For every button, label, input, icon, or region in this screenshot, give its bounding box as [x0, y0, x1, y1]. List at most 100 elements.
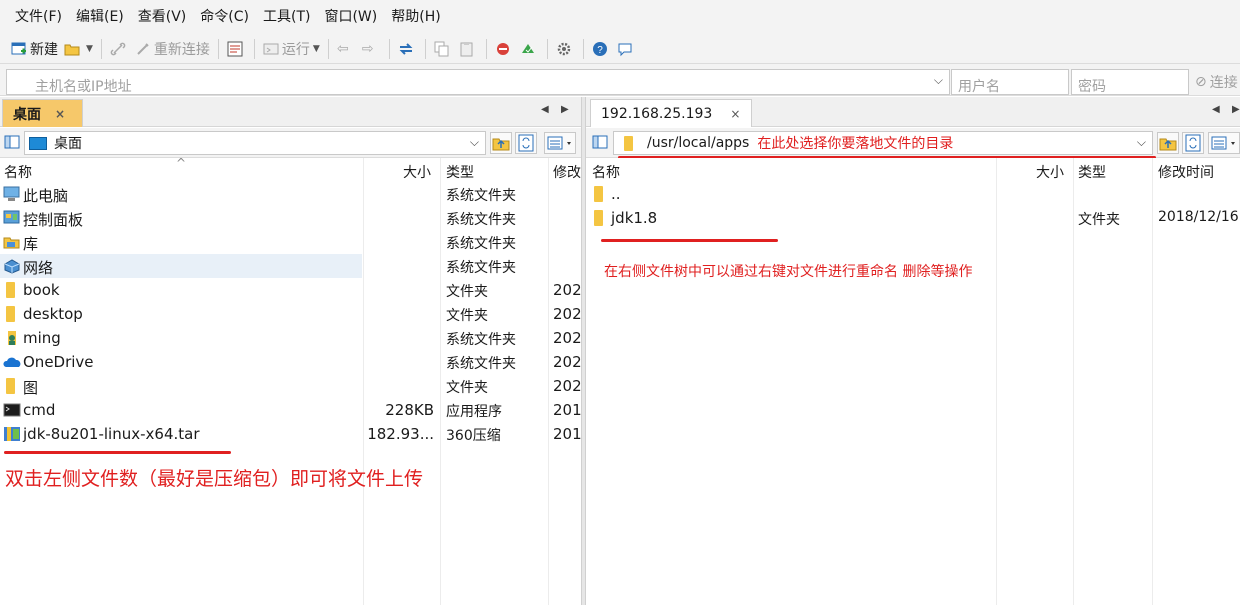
- sync-button[interactable]: [395, 36, 420, 62]
- list-item[interactable]: 此电脑 系统文件夹: [0, 182, 581, 206]
- tab-desktop[interactable]: 桌面 ×: [2, 99, 83, 127]
- menu-help[interactable]: 帮助(H): [384, 0, 447, 34]
- feedback-button[interactable]: [614, 36, 639, 62]
- chevron-down-icon[interactable]: ⌵: [934, 73, 943, 88]
- menu-window[interactable]: 窗口(W): [317, 0, 384, 34]
- link-button[interactable]: [107, 36, 132, 62]
- open-folder-icon: [64, 41, 80, 57]
- run-button[interactable]: 运行 ▼: [260, 36, 323, 62]
- menu-edit[interactable]: 编辑(E): [69, 0, 131, 34]
- list-item[interactable]: jdk-8u201-linux-x64.tar 182.93... 360压缩 …: [0, 422, 581, 446]
- refresh-button[interactable]: [1182, 132, 1204, 154]
- host-placeholder: 主机名或IP地址: [35, 79, 132, 95]
- list-item[interactable]: 网络 系统文件夹: [0, 254, 581, 278]
- file-name: ming: [23, 329, 61, 347]
- putty-button[interactable]: [492, 36, 517, 62]
- local-tab-row: 桌面 × ◀ ▶: [0, 97, 581, 127]
- column-type[interactable]: 类型: [1078, 162, 1106, 182]
- help-icon: ?: [592, 41, 608, 57]
- file-size: 228KB: [385, 401, 434, 419]
- list-item[interactable]: cmd 228KB 应用程序 201: [0, 398, 581, 422]
- open-session-button[interactable]: [517, 36, 542, 62]
- tab-remote-label: 192.168.25.193: [601, 105, 713, 122]
- list-item[interactable]: jdk1.8 文件夹 2018/12/16: [586, 206, 1240, 230]
- menu-view[interactable]: 查看(V): [131, 0, 194, 34]
- file-modified: 202: [553, 377, 581, 395]
- toolbar-separator: [327, 38, 329, 59]
- file-type: 文件夹: [1078, 212, 1120, 228]
- list-item[interactable]: OneDrive 系统文件夹 202: [0, 350, 581, 374]
- tab-remote-host[interactable]: 192.168.25.193 ×: [590, 99, 752, 127]
- open-folder-button[interactable]: ▼: [61, 36, 96, 62]
- menu-file[interactable]: 文件(F): [8, 0, 69, 34]
- user-folder-icon: [3, 330, 20, 346]
- column-size[interactable]: 大小: [1036, 162, 1064, 182]
- list-item[interactable]: desktop 文件夹 202: [0, 302, 581, 326]
- parent-directory-button[interactable]: [490, 132, 512, 154]
- tab-scroll-right-icon[interactable]: ▶: [1232, 104, 1240, 115]
- file-modified: 201: [553, 401, 581, 419]
- path-hint-annotation: 在此处选择你要落地文件的目录: [757, 136, 954, 152]
- refresh-button[interactable]: [515, 132, 537, 154]
- help-button[interactable]: ?: [589, 36, 614, 62]
- list-item[interactable]: 控制面板 系统文件夹: [0, 206, 581, 230]
- chevron-down-icon: ⌵: [1136, 135, 1146, 149]
- tab-scroll-right-icon[interactable]: ▶: [561, 104, 569, 115]
- column-size[interactable]: 大小: [403, 162, 431, 182]
- arrow-left-icon: ⇦: [336, 40, 349, 57]
- toolbar-separator: [582, 38, 584, 59]
- view-mode-button[interactable]: [544, 132, 576, 154]
- file-type: 系统文件夹: [446, 356, 516, 372]
- list-item[interactable]: ..: [586, 182, 1240, 206]
- new-button[interactable]: 新建: [8, 36, 61, 62]
- column-modified[interactable]: 修改时间: [1158, 162, 1214, 182]
- toolbar-separator: [100, 38, 102, 59]
- tab-scroll-left-icon[interactable]: ◀: [1212, 104, 1220, 115]
- gear-icon: [556, 41, 572, 57]
- parent-directory-button[interactable]: [1157, 132, 1179, 154]
- host-input[interactable]: 主机名或IP地址 ⌵: [6, 69, 950, 95]
- list-item[interactable]: 库 系统文件夹: [0, 230, 581, 254]
- properties-button[interactable]: [224, 36, 249, 62]
- column-name[interactable]: 名称: [4, 162, 32, 182]
- tree-toggle-icon[interactable]: [592, 134, 608, 154]
- parent-folder-icon: [594, 186, 603, 202]
- file-name: jdk-8u201-linux-x64.tar: [23, 425, 200, 443]
- terminal-icon: [3, 402, 21, 418]
- file-name: 图: [23, 379, 39, 397]
- copy-button[interactable]: [431, 36, 456, 62]
- tab-scroll-left-icon[interactable]: ◀: [541, 104, 549, 115]
- paste-button[interactable]: [456, 36, 481, 62]
- run-label: 运行: [281, 41, 310, 58]
- tree-toggle-icon[interactable]: [4, 134, 20, 154]
- close-icon[interactable]: ×: [730, 107, 740, 121]
- network-icon: [3, 258, 20, 274]
- password-input[interactable]: 密码: [1071, 69, 1189, 95]
- folder-icon: [624, 135, 633, 151]
- menu-command[interactable]: 命令(C): [193, 0, 256, 34]
- reconnect-icon: [135, 41, 151, 57]
- username-input[interactable]: 用户名: [951, 69, 1069, 95]
- toolbar-separator: [424, 38, 426, 59]
- list-item[interactable]: book 文件夹 202: [0, 278, 581, 302]
- reconnect-label: 重新连接: [153, 41, 210, 58]
- forward-button[interactable]: ⇨: [359, 36, 384, 62]
- list-item[interactable]: ming 系统文件夹 202: [0, 326, 581, 350]
- column-type[interactable]: 类型: [446, 162, 474, 182]
- remote-path-select[interactable]: /usr/local/apps 在此处选择你要落地文件的目录 ⌵: [613, 131, 1153, 155]
- reconnect-button[interactable]: 重新连接: [132, 36, 213, 62]
- view-mode-button[interactable]: [1208, 132, 1240, 154]
- file-size: 182.93...: [367, 425, 434, 443]
- library-icon: [3, 234, 20, 250]
- list-item[interactable]: 图 文件夹 202: [0, 374, 581, 398]
- local-path-select[interactable]: 桌面 ⌵: [24, 131, 486, 155]
- column-name[interactable]: 名称: [592, 162, 620, 182]
- list-view-icon: [547, 136, 571, 150]
- back-button[interactable]: ⇦: [334, 36, 359, 62]
- options-button[interactable]: [553, 36, 578, 62]
- close-icon[interactable]: ×: [55, 107, 65, 121]
- menu-tools[interactable]: 工具(T): [256, 0, 317, 34]
- file-type: 应用程序: [446, 404, 502, 420]
- connect-button[interactable]: ⊘ 连接: [1195, 72, 1238, 92]
- column-modified[interactable]: 修改: [553, 162, 581, 182]
